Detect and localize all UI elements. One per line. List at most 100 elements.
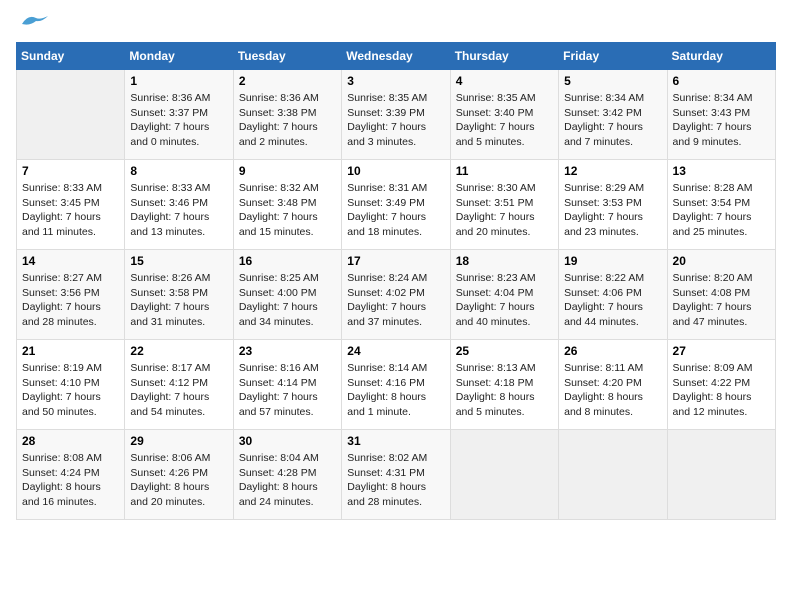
day-number: 23 (239, 344, 336, 358)
day-info: Sunrise: 8:31 AMSunset: 3:49 PMDaylight:… (347, 181, 444, 240)
calendar-cell: 13Sunrise: 8:28 AMSunset: 3:54 PMDayligh… (667, 160, 775, 250)
day-number: 26 (564, 344, 661, 358)
calendar-cell: 21Sunrise: 8:19 AMSunset: 4:10 PMDayligh… (17, 340, 125, 430)
day-number: 17 (347, 254, 444, 268)
column-header-friday: Friday (559, 43, 667, 70)
day-number: 11 (456, 164, 553, 178)
calendar-cell: 7Sunrise: 8:33 AMSunset: 3:45 PMDaylight… (17, 160, 125, 250)
day-info: Sunrise: 8:35 AMSunset: 3:39 PMDaylight:… (347, 91, 444, 150)
day-number: 8 (130, 164, 227, 178)
calendar-cell: 5Sunrise: 8:34 AMSunset: 3:42 PMDaylight… (559, 70, 667, 160)
calendar-cell: 4 Sunrise: 8:35 AMSunset: 3:40 PMDaylight… (450, 70, 558, 160)
day-info: Sunrise: 8:16 AMSunset: 4:14 PMDaylight:… (239, 361, 336, 420)
day-info: Sunrise: 8:25 AMSunset: 4:00 PMDaylight:… (239, 271, 336, 330)
day-number: 2 (239, 74, 336, 88)
calendar-week-row: 21Sunrise: 8:19 AMSunset: 4:10 PMDayligh… (17, 340, 776, 430)
calendar-cell (17, 70, 125, 160)
day-number: 5 (564, 74, 661, 88)
calendar-cell: 2 Sunrise: 8:36 AMSunset: 3:38 PMDaylight… (233, 70, 341, 160)
day-number: 30 (239, 434, 336, 448)
calendar-cell: 27 Sunrise: 8:09 AMSunset: 4:22 PMDayligh… (667, 340, 775, 430)
calendar-cell: 16 Sunrise: 8:25 AMSunset: 4:00 PMDayligh… (233, 250, 341, 340)
calendar-cell: 31 Sunrise: 8:02 AMSunset: 4:31 PMDayligh… (342, 430, 450, 520)
calendar-cell: 30 Sunrise: 8:04 AMSunset: 4:28 PMDayligh… (233, 430, 341, 520)
day-info: Sunrise: 8:04 AMSunset: 4:28 PMDaylight:… (239, 451, 336, 510)
calendar-cell (450, 430, 558, 520)
day-number: 18 (456, 254, 553, 268)
column-header-sunday: Sunday (17, 43, 125, 70)
day-info: Sunrise: 8:22 AMSunset: 4:06 PMDaylight:… (564, 271, 661, 330)
column-header-saturday: Saturday (667, 43, 775, 70)
day-info: Sunrise: 8:20 AMSunset: 4:08 PMDaylight:… (673, 271, 770, 330)
day-number: 24 (347, 344, 444, 358)
day-info: Sunrise: 8:36 AMSunset: 3:38 PMDaylight:… (239, 91, 336, 150)
calendar-cell: 28 Sunrise: 8:08 AMSunset: 4:24 PMDayligh… (17, 430, 125, 520)
day-info: Sunrise: 8:34 AMSunset: 3:43 PMDaylight:… (673, 91, 770, 150)
day-info: Sunrise: 8:08 AMSunset: 4:24 PMDaylight:… (22, 451, 119, 510)
calendar-cell: 10 Sunrise: 8:31 AMSunset: 3:49 PMDayligh… (342, 160, 450, 250)
calendar-cell: 12Sunrise: 8:29 AMSunset: 3:53 PMDayligh… (559, 160, 667, 250)
day-info: Sunrise: 8:17 AMSunset: 4:12 PMDaylight:… (130, 361, 227, 420)
calendar-week-row: 7Sunrise: 8:33 AMSunset: 3:45 PMDaylight… (17, 160, 776, 250)
day-info: Sunrise: 8:27 AMSunset: 3:56 PMDaylight:… (22, 271, 119, 330)
day-number: 16 (239, 254, 336, 268)
calendar-cell: 20 Sunrise: 8:20 AMSunset: 4:08 PMDayligh… (667, 250, 775, 340)
calendar-header-row: SundayMondayTuesdayWednesdayThursdayFrid… (17, 43, 776, 70)
day-number: 28 (22, 434, 119, 448)
day-info: Sunrise: 8:02 AMSunset: 4:31 PMDaylight:… (347, 451, 444, 510)
day-info: Sunrise: 8:06 AMSunset: 4:26 PMDaylight:… (130, 451, 227, 510)
calendar-cell: 26 Sunrise: 8:11 AMSunset: 4:20 PMDayligh… (559, 340, 667, 430)
day-number: 29 (130, 434, 227, 448)
calendar-cell: 3Sunrise: 8:35 AMSunset: 3:39 PMDaylight… (342, 70, 450, 160)
calendar-cell: 25Sunrise: 8:13 AMSunset: 4:18 PMDayligh… (450, 340, 558, 430)
calendar-cell: 19 Sunrise: 8:22 AMSunset: 4:06 PMDayligh… (559, 250, 667, 340)
logo-bird-icon (20, 12, 48, 30)
calendar-cell: 17 Sunrise: 8:24 AMSunset: 4:02 PMDayligh… (342, 250, 450, 340)
logo (16, 16, 48, 30)
column-header-thursday: Thursday (450, 43, 558, 70)
day-info: Sunrise: 8:26 AMSunset: 3:58 PMDaylight:… (130, 271, 227, 330)
day-number: 13 (673, 164, 770, 178)
day-info: Sunrise: 8:33 AMSunset: 3:46 PMDaylight:… (130, 181, 227, 240)
calendar-cell: 1 Sunrise: 8:36 AMSunset: 3:37 PMDaylight… (125, 70, 233, 160)
day-number: 9 (239, 164, 336, 178)
day-number: 31 (347, 434, 444, 448)
day-info: Sunrise: 8:23 AMSunset: 4:04 PMDaylight:… (456, 271, 553, 330)
page-header (16, 16, 776, 30)
calendar-week-row: 28 Sunrise: 8:08 AMSunset: 4:24 PMDayligh… (17, 430, 776, 520)
day-number: 10 (347, 164, 444, 178)
day-info: Sunrise: 8:24 AMSunset: 4:02 PMDaylight:… (347, 271, 444, 330)
calendar-cell: 18 Sunrise: 8:23 AMSunset: 4:04 PMDayligh… (450, 250, 558, 340)
calendar-cell (559, 430, 667, 520)
calendar-cell (667, 430, 775, 520)
day-info: Sunrise: 8:36 AMSunset: 3:37 PMDaylight:… (130, 91, 227, 150)
day-number: 6 (673, 74, 770, 88)
calendar-cell: 11Sunrise: 8:30 AMSunset: 3:51 PMDayligh… (450, 160, 558, 250)
day-number: 15 (130, 254, 227, 268)
day-info: Sunrise: 8:11 AMSunset: 4:20 PMDaylight:… (564, 361, 661, 420)
calendar-week-row: 14Sunrise: 8:27 AMSunset: 3:56 PMDayligh… (17, 250, 776, 340)
day-number: 20 (673, 254, 770, 268)
day-number: 19 (564, 254, 661, 268)
calendar-cell: 22 Sunrise: 8:17 AMSunset: 4:12 PMDayligh… (125, 340, 233, 430)
column-header-tuesday: Tuesday (233, 43, 341, 70)
calendar-cell: 8 Sunrise: 8:33 AMSunset: 3:46 PMDaylight… (125, 160, 233, 250)
day-info: Sunrise: 8:13 AMSunset: 4:18 PMDaylight:… (456, 361, 553, 420)
calendar-cell: 23 Sunrise: 8:16 AMSunset: 4:14 PMDayligh… (233, 340, 341, 430)
calendar-cell: 6 Sunrise: 8:34 AMSunset: 3:43 PMDaylight… (667, 70, 775, 160)
column-header-wednesday: Wednesday (342, 43, 450, 70)
day-number: 27 (673, 344, 770, 358)
calendar-week-row: 1 Sunrise: 8:36 AMSunset: 3:37 PMDaylight… (17, 70, 776, 160)
day-info: Sunrise: 8:32 AMSunset: 3:48 PMDaylight:… (239, 181, 336, 240)
column-header-monday: Monday (125, 43, 233, 70)
day-number: 22 (130, 344, 227, 358)
calendar-cell: 29 Sunrise: 8:06 AMSunset: 4:26 PMDayligh… (125, 430, 233, 520)
calendar-cell: 15 Sunrise: 8:26 AMSunset: 3:58 PMDayligh… (125, 250, 233, 340)
day-number: 4 (456, 74, 553, 88)
day-info: Sunrise: 8:35 AMSunset: 3:40 PMDaylight:… (456, 91, 553, 150)
day-info: Sunrise: 8:33 AMSunset: 3:45 PMDaylight:… (22, 181, 119, 240)
calendar-cell: 9 Sunrise: 8:32 AMSunset: 3:48 PMDaylight… (233, 160, 341, 250)
calendar-cell: 14Sunrise: 8:27 AMSunset: 3:56 PMDayligh… (17, 250, 125, 340)
day-number: 1 (130, 74, 227, 88)
day-info: Sunrise: 8:09 AMSunset: 4:22 PMDaylight:… (673, 361, 770, 420)
